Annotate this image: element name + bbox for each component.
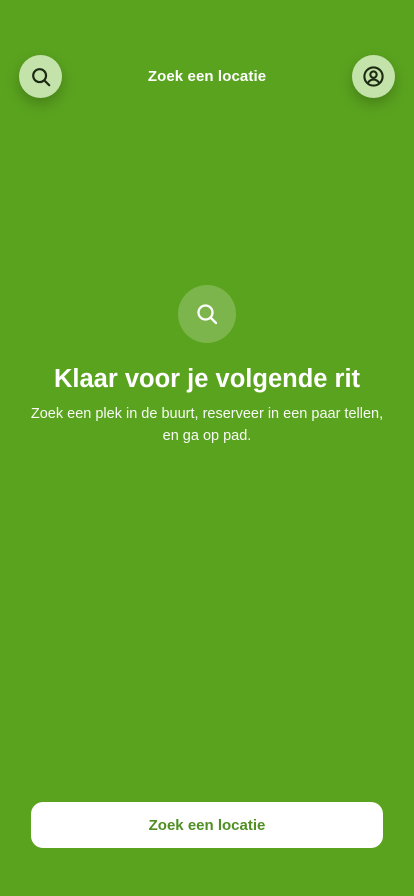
search-icon: [31, 67, 50, 86]
screen: Zoek een locatie Klaar voor je volgende …: [0, 0, 414, 896]
search-icon: [197, 304, 218, 325]
top-bar: Zoek een locatie: [0, 55, 414, 99]
find-location-button[interactable]: Zoek een locatie: [31, 802, 383, 848]
hero-icon-circle: [178, 285, 236, 343]
user-circle-icon: [363, 66, 384, 87]
search-button[interactable]: [19, 55, 62, 98]
empty-state: Klaar voor je volgende rit Zoek een plek…: [0, 285, 414, 447]
profile-button[interactable]: [352, 55, 395, 98]
empty-state-description: Zoek een plek in de buurt, reserveer in …: [30, 406, 384, 444]
empty-state-title: Klaar voor je volgende rit: [53, 365, 361, 393]
